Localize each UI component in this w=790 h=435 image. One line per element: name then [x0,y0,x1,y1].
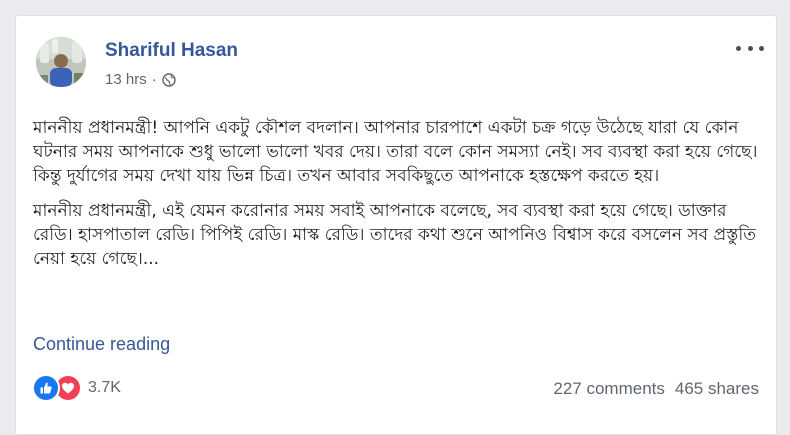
post-meta: 13 hrs · [105,71,176,88]
more-options-icon[interactable] [736,38,764,58]
reaction-count: 3.7K [88,379,121,396]
continue-reading-link[interactable]: Continue reading [33,334,170,355]
globe-icon[interactable] [162,72,176,87]
author-name[interactable]: Shariful Hasan [105,40,238,62]
engagement-stats: 227 comments 465 shares [553,379,759,399]
post-paragraph: মাননীয় প্রধানমন্ত্রী! আপনি একটু কৌশল বদ… [33,118,758,186]
reactions-summary[interactable]: 3.7K [32,374,121,402]
meta-separator: · [151,71,157,88]
post-card: Shariful Hasan 13 hrs · মাননীয় প্রধানমন… [15,15,777,435]
post-timestamp[interactable]: 13 hrs [105,71,147,88]
comments-count-link[interactable]: 227 comments [553,379,665,399]
shares-count-link[interactable]: 465 shares [675,379,759,399]
avatar[interactable] [36,37,86,87]
like-icon [32,374,60,402]
post-body: মাননীয় প্রধানমন্ত্রী! আপনি একটু কৌশল বদ… [33,116,768,282]
post-paragraph: মাননীয় প্রধানমন্ত্রী, এই যেমন করোনার সম… [33,201,757,269]
